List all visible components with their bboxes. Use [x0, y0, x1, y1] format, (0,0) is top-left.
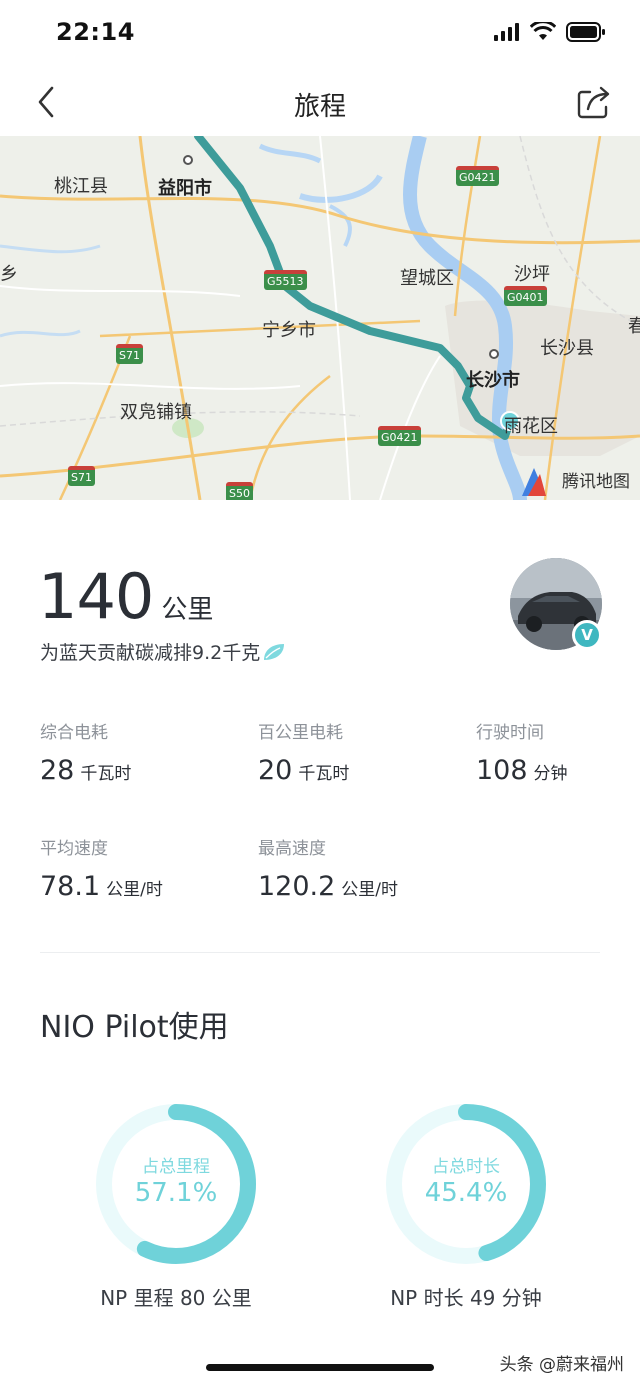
- road-badge: S71: [116, 344, 143, 364]
- home-indicator[interactable]: [206, 1364, 434, 1371]
- carbon-text: 为蓝天贡献碳减排9.2千克: [40, 642, 261, 664]
- stat-number: 78.1: [40, 871, 101, 902]
- stat-label: 平均速度: [40, 839, 108, 859]
- map-label: 长沙县: [540, 338, 594, 359]
- stat-total-energy: 综合电耗 28 千瓦时: [40, 718, 131, 786]
- stat-value: 120.2 公里/时: [258, 871, 398, 902]
- stat-label: 百公里电耗: [258, 723, 343, 743]
- pilot-section-title: NIO Pilot使用: [40, 1010, 229, 1045]
- distance-value: 140: [38, 560, 154, 633]
- map-label: 乡: [0, 264, 18, 285]
- share-icon[interactable]: [574, 82, 614, 122]
- trip-distance: 140 公里: [38, 560, 213, 633]
- stat-unit: 公里/时: [341, 880, 399, 900]
- road-badge: G5513: [264, 270, 307, 290]
- wifi-icon: [530, 22, 556, 40]
- stat-number: 20: [258, 755, 293, 786]
- road-badge: S71: [68, 466, 95, 486]
- map-logo-text: 腾讯地图: [562, 472, 630, 492]
- route-map[interactable]: 桃江县 益阳市 乡 望城区 沙坪 宁乡市 长沙县 长沙市 双凫铺镇 雨花区 春 …: [0, 136, 640, 500]
- distance-unit: 公里: [161, 595, 214, 625]
- stat-unit: 分钟: [533, 764, 568, 784]
- map-provider-logo: 腾讯地图: [562, 467, 630, 492]
- map-label: 春: [628, 316, 640, 337]
- status-bar: 22:14: [0, 0, 640, 68]
- stat-unit: 千瓦时: [298, 764, 350, 784]
- carbon-reduction: 为蓝天贡献碳减排9.2千克: [40, 638, 286, 665]
- stat-max-speed: 最高速度 120.2 公里/时: [258, 834, 398, 902]
- stat-number: 120.2: [258, 871, 336, 902]
- map-label: 宁乡市: [262, 320, 316, 341]
- signal-icon: [494, 23, 519, 41]
- nav-bar: 旅程: [0, 68, 640, 136]
- map-label: 长沙市: [466, 370, 520, 391]
- stat-unit: 千瓦时: [80, 764, 132, 784]
- map-label: 双凫铺镇: [120, 402, 192, 423]
- section-divider: [40, 952, 600, 953]
- stat-number: 108: [476, 755, 528, 786]
- map-label: 益阳市: [158, 178, 212, 199]
- pilot-distance-ring: 占总里程 57.1%: [94, 1102, 258, 1266]
- stat-driving-time: 行驶时间 108 分钟: [476, 718, 568, 786]
- verified-icon: V: [572, 620, 602, 650]
- stat-value: 20 千瓦时: [258, 755, 349, 786]
- pilot-time-ring: 占总时长 45.4%: [384, 1102, 548, 1266]
- np-distance-caption: NP 里程 80 公里: [100, 1286, 252, 1310]
- stat-number: 28: [40, 755, 75, 786]
- status-time: 22:14: [56, 18, 135, 46]
- battery-icon: [566, 22, 605, 42]
- ring-percent: 57.1%: [134, 1178, 218, 1208]
- stat-label: 行驶时间: [476, 723, 544, 743]
- stat-label: 综合电耗: [40, 723, 108, 743]
- map-label: 雨花区: [504, 416, 558, 437]
- stat-value: 108 分钟: [476, 755, 568, 786]
- watermark: 头条 @蔚来福州: [499, 1355, 624, 1375]
- road-badge: G0421: [378, 426, 421, 446]
- ring-label: 占总里程: [142, 1157, 210, 1177]
- status-icons: [494, 22, 606, 42]
- map-label: 望城区: [400, 268, 454, 289]
- road-badge: G0401: [504, 286, 547, 306]
- stat-value: 28 千瓦时: [40, 755, 131, 786]
- ring-percent: 45.4%: [424, 1178, 508, 1208]
- ring-label: 占总时长: [432, 1157, 500, 1177]
- stat-average-speed: 平均速度 78.1 公里/时: [40, 834, 163, 902]
- map-label: 沙坪: [514, 264, 550, 285]
- stat-value: 78.1 公里/时: [40, 871, 163, 902]
- road-badge: S50: [226, 482, 253, 500]
- stat-energy-per-100km: 百公里电耗 20 千瓦时: [258, 718, 349, 786]
- leaf-icon: [264, 643, 285, 660]
- stat-label: 最高速度: [258, 839, 326, 859]
- map-label: 桃江县: [54, 176, 108, 197]
- page-title: 旅程: [293, 92, 346, 122]
- stat-unit: 公里/时: [106, 880, 163, 900]
- road-badge: G0421: [456, 166, 499, 186]
- np-time-caption: NP 时长 49 分钟: [390, 1286, 542, 1310]
